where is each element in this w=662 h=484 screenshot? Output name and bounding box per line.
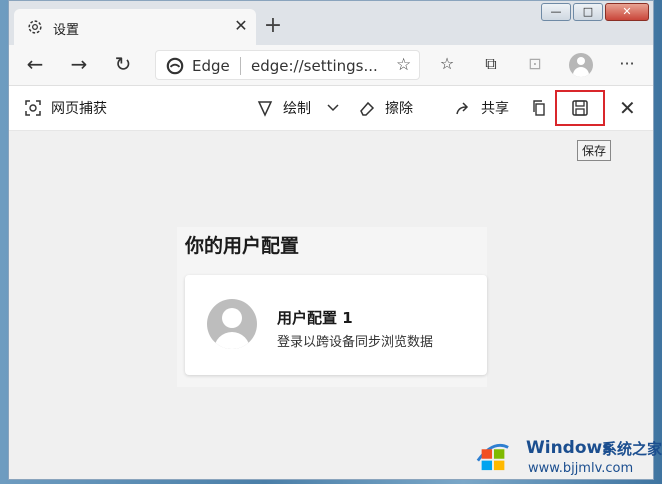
- collections-icon[interactable]: ⧉: [479, 54, 503, 78]
- browser-window: 设置 ✕ + — □ ✕ ← → ↻ Edge edge://settings.…: [8, 0, 654, 480]
- refresh-button[interactable]: ↻: [111, 53, 135, 77]
- draw-icon: [255, 98, 275, 118]
- close-window-button[interactable]: ✕: [605, 3, 649, 21]
- draw-options-dropdown[interactable]: [323, 98, 343, 118]
- windows-logo-icon: [476, 443, 509, 471]
- profile-avatar[interactable]: [569, 53, 593, 77]
- watermark-brand-cn: 系统之家: [602, 440, 662, 458]
- favorite-star-icon[interactable]: ☆: [396, 55, 411, 75]
- web-capture-toolbar: 网页捕获 绘制 擦除 共享 ✕: [9, 86, 653, 131]
- copy-button[interactable]: [529, 98, 549, 118]
- profile-heading: 你的用户配置: [185, 235, 300, 257]
- favorites-icon[interactable]: ☆: [435, 54, 459, 78]
- share-icon: [453, 98, 473, 118]
- new-tab-button[interactable]: +: [261, 15, 285, 39]
- eraser-icon: [357, 98, 377, 118]
- site-name: Edge: [192, 57, 230, 75]
- tab-settings[interactable]: 设置 ✕: [14, 9, 256, 45]
- gear-icon: [28, 20, 42, 34]
- edge-logo-icon: [166, 57, 184, 75]
- profile-description: 登录以跨设备同步浏览数据: [277, 335, 434, 350]
- save-icon[interactable]: [571, 99, 589, 117]
- address-divider: [240, 57, 241, 75]
- minimize-button[interactable]: —: [541, 3, 571, 21]
- capture-title: 网页捕获: [51, 101, 107, 117]
- capture-icon: [23, 98, 43, 118]
- watermark: Windows 系统之家 www.bjjmlv.com: [466, 432, 662, 484]
- profile-name: 用户配置 1: [277, 309, 353, 327]
- chevron-down-icon: [323, 98, 343, 118]
- address-bar[interactable]: Edge edge://settings... ☆: [155, 50, 420, 80]
- close-capture-icon[interactable]: ✕: [619, 96, 636, 120]
- watermark-brand: Windows: [526, 438, 613, 458]
- watermark-url: www.bjjmlv.com: [528, 461, 634, 476]
- address-toolbar: ← → ↻ Edge edge://settings... ☆ ☆ ⧉ ⊡ ··…: [9, 45, 653, 86]
- forward-button[interactable]: →: [67, 53, 91, 77]
- window-controls: — □ ✕: [541, 3, 649, 21]
- draw-label: 绘制: [283, 101, 311, 117]
- profile-panel: 你的用户配置 用户配置 1 登录以跨设备同步浏览数据: [177, 227, 487, 387]
- erase-label: 擦除: [385, 101, 413, 117]
- tab-strip: 设置 ✕ + — □ ✕: [9, 1, 653, 45]
- erase-button[interactable]: 擦除: [357, 98, 413, 118]
- profile-avatar-large: [207, 299, 257, 349]
- profile-card[interactable]: 用户配置 1 登录以跨设备同步浏览数据: [185, 275, 487, 375]
- maximize-icon: □: [582, 5, 594, 18]
- draw-button[interactable]: 绘制: [255, 98, 311, 118]
- more-menu-icon[interactable]: ···: [615, 54, 639, 78]
- share-label: 共享: [481, 101, 509, 117]
- share-button[interactable]: 共享: [453, 98, 509, 118]
- maximize-button[interactable]: □: [573, 3, 603, 21]
- save-tooltip: 保存: [577, 140, 612, 161]
- copy-icon: [529, 98, 549, 118]
- web-capture-label: 网页捕获: [23, 98, 107, 118]
- close-icon: ✕: [622, 5, 632, 18]
- back-button[interactable]: ←: [23, 53, 47, 77]
- close-tab-icon[interactable]: ✕: [232, 17, 250, 35]
- minimize-icon: —: [550, 5, 562, 18]
- url-text: edge://settings...: [251, 57, 378, 75]
- web-capture-icon[interactable]: ⊡: [523, 54, 547, 78]
- page-content: 你的用户配置 用户配置 1 登录以跨设备同步浏览数据: [9, 131, 653, 479]
- tab-title: 设置: [53, 23, 80, 38]
